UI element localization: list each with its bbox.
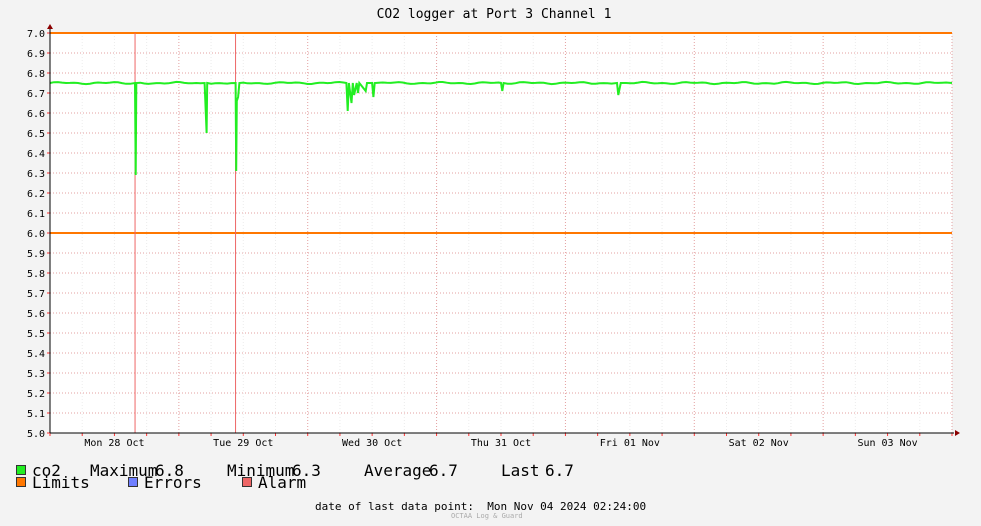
- average-label: Average: [364, 460, 432, 480]
- errors-swatch: [128, 477, 138, 487]
- y-tick-label: 5.6: [27, 309, 45, 320]
- y-tick-label: 6.9: [27, 49, 45, 60]
- y-tick-label: 5.5: [27, 329, 45, 340]
- y-tick-label: 6.8: [27, 69, 45, 80]
- y-tick-label: 5.1: [27, 409, 45, 420]
- y-tick-label: 5.2: [27, 389, 45, 400]
- x-tick-label: Thu 31 Oct: [471, 438, 531, 449]
- last-value: 6.7: [545, 460, 574, 480]
- footer-credit: OCTAA Log & Guard: [451, 512, 523, 520]
- x-tick-label: Sat 02 Nov: [729, 438, 789, 449]
- limits-label: Limits: [32, 472, 90, 492]
- y-tick-label: 6.6: [27, 109, 45, 120]
- chart: 7.0 6.9 6.8 6.7 6.6 6.5 6.4 6.3 6.2 6.1 6.0 5.9 5.8 5…: [27, 7, 960, 449]
- alarm-swatch: [242, 477, 252, 487]
- y-tick-label: 5.0: [27, 429, 45, 440]
- y-tick-label: 6.3: [27, 169, 45, 180]
- y-tick-label: 6.2: [27, 189, 45, 200]
- y-tick-label: 6.0: [27, 229, 45, 240]
- legend-row-markers: Limits Errors Alarm: [16, 473, 306, 492]
- y-tick-label: 5.4: [27, 349, 45, 360]
- x-tick-label: Wed 30 Oct: [342, 438, 402, 449]
- y-tick-label: 6.5: [27, 129, 45, 140]
- average-value: 6.7: [429, 460, 458, 480]
- x-tick-label: Mon 28 Oct: [84, 438, 144, 449]
- x-tick-label: Tue 29 Oct: [213, 438, 273, 449]
- x-tick-labels: Mon 28 Oct Tue 29 Oct Wed 30 Oct Thu 31 Oct…: [84, 438, 917, 449]
- chart-title: CO2 logger at Port 3 Channel 1: [377, 7, 612, 22]
- y-tick-label: 5.3: [27, 369, 45, 380]
- y-tick-label: 6.1: [27, 209, 45, 220]
- last-label: Last: [501, 460, 540, 480]
- errors-label: Errors: [144, 472, 202, 492]
- alarm-label: Alarm: [258, 472, 307, 492]
- x-tick-label: Fri 01 Nov: [600, 438, 660, 449]
- y-axis-arrow: [47, 24, 53, 29]
- limits-swatch: [16, 477, 26, 487]
- y-tick-label: 6.7: [27, 89, 45, 100]
- y-tick-label: 5.7: [27, 289, 45, 300]
- y-tick-label: 7.0: [27, 29, 45, 40]
- y-tick-labels: 7.0 6.9 6.8 6.7 6.6 6.5 6.4 6.3 6.2 6.1 6.0 5.9 5.8 5…: [27, 29, 45, 440]
- y-tick-label: 6.4: [27, 149, 45, 160]
- co2-swatch: [16, 465, 26, 475]
- x-tick-label: Sun 03 Nov: [857, 438, 917, 449]
- y-tick-label: 5.9: [27, 249, 45, 260]
- y-tick-label: 5.8: [27, 269, 45, 280]
- x-axis-arrow: [955, 430, 960, 436]
